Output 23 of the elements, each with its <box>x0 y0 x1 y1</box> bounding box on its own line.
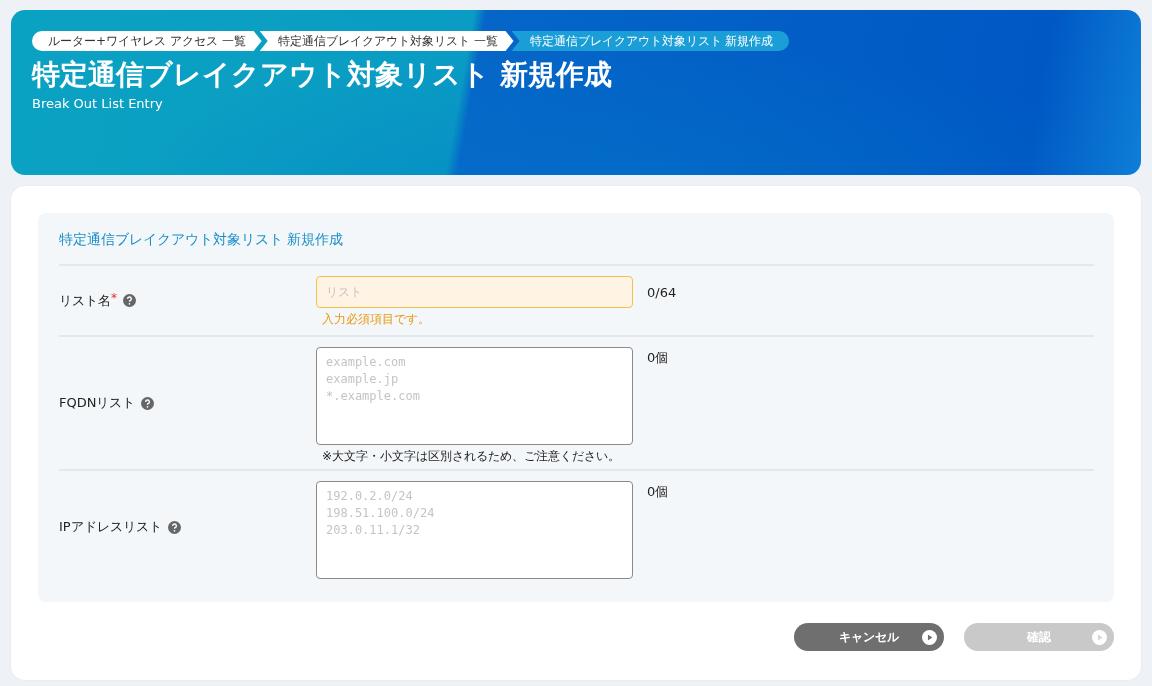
field-label: リスト名 <box>59 291 111 310</box>
breadcrumb-link[interactable]: 特定通信ブレイクアウト対象リスト 一覧 <box>259 31 514 51</box>
field-label: FQDNリスト <box>59 394 136 412</box>
field-note: ※大文字・小文字は区別されるため、ご注意ください。 <box>321 448 622 465</box>
cancel-button[interactable]: キャンセル <box>794 623 944 651</box>
required-mark: * <box>111 290 117 305</box>
breadcrumb-link[interactable]: 特定通信ブレイクアウト対象リスト 新規作成 <box>511 31 790 51</box>
breadcrumb-link[interactable]: ルーター+ワイヤレス アクセス 一覧 <box>32 31 262 51</box>
play-icon <box>1092 629 1107 645</box>
form-title: 特定通信ブレイクアウト対象リスト 新規作成 <box>59 231 344 247</box>
help-icon[interactable] <box>167 520 181 534</box>
page-subtitle: Break Out List Entry <box>32 96 163 111</box>
error-message: 入力必須項目です。 <box>321 311 431 328</box>
page-title: 特定通信ブレイクアウト対象リスト 新規作成 <box>32 58 612 91</box>
help-icon[interactable] <box>141 396 155 410</box>
text-area[interactable]: 192.0.2.0/24 198.51.100.0/24 203.0.11.1/32 <box>316 481 633 579</box>
play-icon <box>922 629 937 645</box>
help-icon[interactable] <box>123 294 136 307</box>
field-label: IPアドレスリスト <box>59 518 162 536</box>
character-counter: 0/64 <box>647 285 677 300</box>
text-area[interactable]: example.com example.jp *.example.com <box>316 347 633 445</box>
character-counter: 0個 <box>647 484 669 499</box>
character-counter: 0個 <box>647 350 669 365</box>
